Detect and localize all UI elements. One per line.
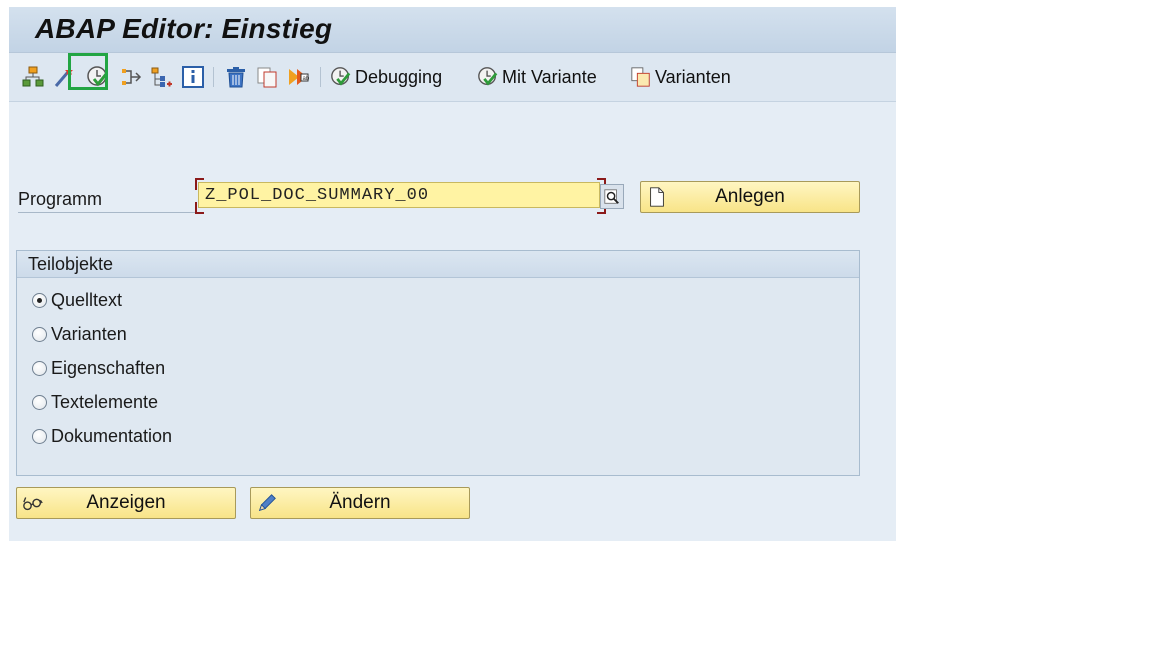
program-label-underline — [18, 212, 198, 213]
variant-clock-icon — [478, 67, 498, 86]
page-title: ABAP Editor: Einstieg — [35, 13, 333, 44]
radio-eigenschaften[interactable]: Eigenschaften — [32, 358, 165, 379]
radio-button[interactable] — [32, 395, 47, 410]
copy-icon[interactable] — [255, 65, 279, 89]
radio-label: Eigenschaften — [51, 358, 166, 378]
radio-label: Quelltext — [51, 290, 123, 310]
variants-icon — [631, 67, 650, 87]
radio-label: Varianten — [51, 324, 127, 344]
radio-quelltext[interactable]: Quelltext — [32, 290, 122, 311]
subobjects-header: Teilobjekte — [17, 251, 859, 278]
variants-label: Varianten — [655, 66, 731, 87]
value-help-button[interactable] — [600, 184, 624, 209]
search-icon — [604, 188, 619, 204]
program-label: Programm — [18, 189, 103, 209]
create-label: Anlegen — [715, 186, 785, 207]
abap-editor-window: ABAP Editor: Einstieg ab Debugging Mit V… — [9, 7, 896, 541]
glasses-icon — [23, 497, 43, 511]
program-input-wrapper — [195, 178, 606, 214]
new-document-icon — [650, 187, 664, 207]
delete-icon[interactable] — [224, 65, 248, 89]
svg-text:ab: ab — [303, 76, 310, 82]
debugging-button[interactable]: Debugging — [330, 65, 442, 89]
subobjects-title: Teilobjekte — [28, 254, 114, 274]
info-icon[interactable] — [181, 65, 205, 89]
toolbar-separator — [213, 67, 214, 87]
radio-button[interactable] — [32, 429, 47, 444]
display-button[interactable]: Anzeigen — [16, 487, 236, 519]
display-label: Anzeigen — [86, 492, 166, 513]
radio-textelemente[interactable]: Textelemente — [32, 392, 158, 413]
radio-dokumentation[interactable]: Dokumentation — [32, 426, 172, 447]
change-button[interactable]: Ändern — [250, 487, 470, 519]
application-toolbar: ab Debugging Mit Variante Varianten — [9, 53, 896, 102]
with-variant-label: Mit Variante — [502, 66, 597, 87]
rename-icon[interactable]: ab — [287, 65, 311, 89]
radio-label: Dokumentation — [51, 426, 173, 446]
radio-label: Textelemente — [51, 392, 159, 412]
toolbar-separator — [320, 67, 321, 87]
debugging-label: Debugging — [355, 66, 443, 87]
hierarchy-icon[interactable] — [21, 65, 45, 89]
radio-button[interactable] — [32, 361, 47, 376]
radio-button[interactable] — [32, 293, 47, 308]
create-button[interactable]: Anlegen — [640, 181, 860, 213]
highlight-box — [68, 53, 108, 90]
radio-button[interactable] — [32, 327, 47, 342]
pencil-icon — [258, 494, 276, 512]
title-bar: ABAP Editor: Einstieg — [9, 7, 896, 53]
change-label: Ändern — [329, 492, 391, 513]
debug-clock-icon — [331, 67, 351, 86]
object-list-icon[interactable] — [150, 65, 174, 89]
subobjects-group: Teilobjekte Quelltext Varianten Eigensch… — [16, 250, 860, 476]
variants-button[interactable]: Varianten — [630, 65, 731, 89]
program-input[interactable] — [198, 182, 600, 208]
radio-varianten[interactable]: Varianten — [32, 324, 127, 345]
where-used-icon[interactable] — [119, 65, 143, 89]
with-variant-button[interactable]: Mit Variante — [477, 65, 597, 89]
